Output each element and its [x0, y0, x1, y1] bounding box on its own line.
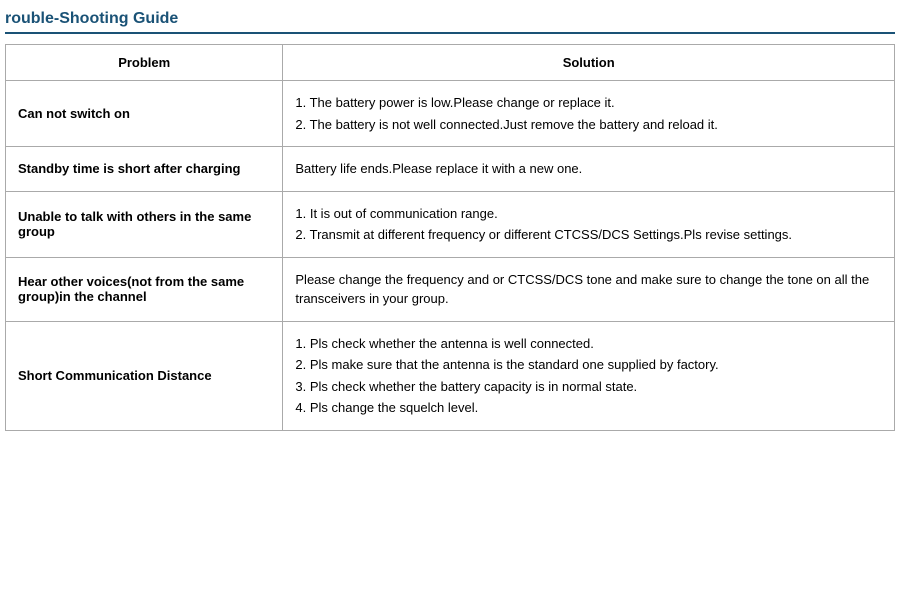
- page-container: rouble-Shooting Guide Problem Solution C…: [0, 0, 900, 441]
- table-row: Hear other voices(not from the same grou…: [6, 257, 895, 321]
- solution-cell: 1. Pls check whether the antenna is well…: [283, 321, 895, 430]
- problem-cell: Standby time is short after charging: [6, 147, 283, 192]
- header-problem: Problem: [6, 45, 283, 81]
- table-row: Standby time is short after charging Batt…: [6, 147, 895, 192]
- header-solution: Solution: [283, 45, 895, 81]
- solution-line: 2. Pls make sure that the antenna is the…: [295, 355, 882, 375]
- table-header-row: Problem Solution: [6, 45, 895, 81]
- solution-line: 1. The battery power is low.Please chang…: [295, 93, 882, 113]
- solution-line: 4. Pls change the squelch level.: [295, 398, 882, 418]
- problem-cell: Short Communication Distance: [6, 321, 283, 430]
- solution-cell: Please change the frequency and or CTCSS…: [283, 257, 895, 321]
- solution-line: Please change the frequency and or CTCSS…: [295, 270, 882, 309]
- problem-cell: Can not switch on: [6, 81, 283, 147]
- solution-line: 1. Pls check whether the antenna is well…: [295, 334, 882, 354]
- page-title: rouble-Shooting Guide: [5, 10, 895, 34]
- solution-line: 2. Transmit at different frequency or di…: [295, 225, 882, 245]
- table-row: Unable to talk with others in the same g…: [6, 191, 895, 257]
- table-row: Can not switch on 1. The battery power is…: [6, 81, 895, 147]
- solution-cell: Battery life ends.Please replace it with…: [283, 147, 895, 192]
- solution-cell: 1. It is out of communication range.2. T…: [283, 191, 895, 257]
- solution-line: 1. It is out of communication range.: [295, 204, 882, 224]
- troubleshooting-table: Problem Solution Can not switch on 1. The…: [5, 44, 895, 431]
- problem-cell: Unable to talk with others in the same g…: [6, 191, 283, 257]
- solution-line: 3. Pls check whether the battery capacit…: [295, 377, 882, 397]
- solution-line: Battery life ends.Please replace it with…: [295, 159, 882, 179]
- table-row: Short Communication Distance 1. Pls check…: [6, 321, 895, 430]
- solution-line: 2. The battery is not well connected.Jus…: [295, 115, 882, 135]
- problem-cell: Hear other voices(not from the same grou…: [6, 257, 283, 321]
- solution-cell: 1. The battery power is low.Please chang…: [283, 81, 895, 147]
